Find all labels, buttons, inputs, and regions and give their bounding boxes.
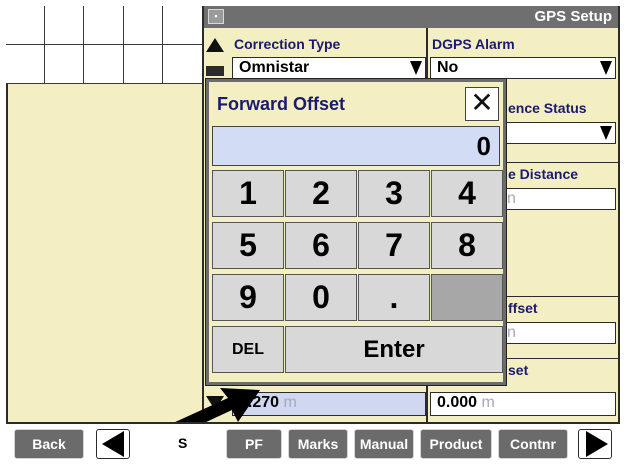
grid-cell [6, 45, 46, 84]
keypad-dialog: Forward Offset ✕ 0 1 2 3 4 5 6 7 8 9 0 .… [205, 78, 507, 386]
grid-cell [84, 6, 124, 45]
offset-1-field[interactable]: n [500, 322, 616, 344]
dialog-title: Forward Offset [217, 94, 346, 114]
monitor-icon: ▪ [208, 9, 224, 24]
key-4[interactable]: 4 [431, 170, 503, 217]
grid-cell [84, 45, 124, 84]
back-button[interactable]: Back [14, 429, 84, 459]
contnr-button[interactable]: Contnr [498, 429, 568, 459]
map-grid [6, 6, 202, 84]
correction-type-label: Correction Type [234, 36, 341, 52]
offset-2-field[interactable]: 0.000 m [430, 392, 616, 416]
key-3[interactable]: 3 [358, 170, 430, 217]
marks-button[interactable]: Marks [288, 429, 348, 459]
manual-button[interactable]: Manual [354, 429, 414, 459]
grid-cell [123, 45, 163, 84]
reference-status-label: ence Status [508, 100, 587, 116]
title-bar: ▪ GPS Setup [204, 6, 618, 28]
grid-cell [45, 45, 85, 84]
key-5[interactable]: 5 [212, 222, 284, 269]
correction-type-dropdown[interactable]: Omnistar [232, 57, 426, 79]
distance-unit: n [507, 190, 516, 207]
dgps-alarm-value: No [437, 59, 459, 76]
key-8[interactable]: 8 [431, 222, 503, 269]
close-icon[interactable]: ✕ [465, 87, 499, 121]
offset-1-label: ffset [508, 300, 538, 316]
distance-label: e Distance [508, 166, 579, 182]
dgps-alarm-dropdown[interactable]: No [430, 57, 616, 79]
pf-button[interactable]: PF [226, 429, 282, 459]
dgps-alarm-label: DGPS Alarm [432, 36, 515, 52]
grid-cell [162, 6, 202, 45]
left-value-unit: m [283, 394, 297, 411]
window-title: GPS Setup [534, 8, 612, 25]
keypad-dialog-body: Forward Offset ✕ 0 1 2 3 4 5 6 7 8 9 0 .… [209, 82, 503, 382]
grid-cell [6, 6, 46, 45]
chevron-down-icon [410, 61, 422, 75]
key-blank [431, 274, 503, 321]
keypad-display: 0 [212, 126, 500, 166]
distance-field[interactable]: n [500, 188, 616, 210]
delete-button[interactable]: DEL [212, 326, 284, 373]
offset-2-value: 0.000 [437, 394, 478, 411]
panel-divider [202, 6, 204, 422]
reference-status-dropdown[interactable] [500, 122, 616, 144]
left-value-field[interactable]: 1.270 m [232, 392, 426, 416]
chevron-down-icon [600, 61, 612, 75]
key-2[interactable]: 2 [285, 170, 357, 217]
grid-cell [162, 45, 202, 84]
offset-2-label: set [508, 362, 529, 378]
key-1[interactable]: 1 [212, 170, 284, 217]
offset-1-unit: n [507, 324, 516, 341]
page-left-icon[interactable] [96, 429, 130, 459]
product-button[interactable]: Product [420, 429, 492, 459]
key-9[interactable]: 9 [212, 274, 284, 321]
scroll-thumb[interactable] [206, 66, 224, 76]
key-0[interactable]: 0 [285, 274, 357, 321]
key-7[interactable]: 7 [358, 222, 430, 269]
partial-button[interactable]: S [138, 429, 218, 459]
offset-2-unit: m [481, 394, 495, 411]
key-6[interactable]: 6 [285, 222, 357, 269]
enter-button[interactable]: Enter [285, 326, 503, 373]
grid-cell [45, 6, 85, 45]
correction-type-value: Omnistar [239, 59, 310, 76]
chevron-down-icon [600, 126, 612, 140]
scroll-up-icon[interactable] [206, 38, 224, 52]
key-decimal[interactable]: . [358, 274, 430, 321]
bottom-toolbar: Back S PF Marks Manual Product Contnr [6, 422, 620, 462]
grid-cell [123, 6, 163, 45]
page-right-icon[interactable] [578, 429, 612, 459]
